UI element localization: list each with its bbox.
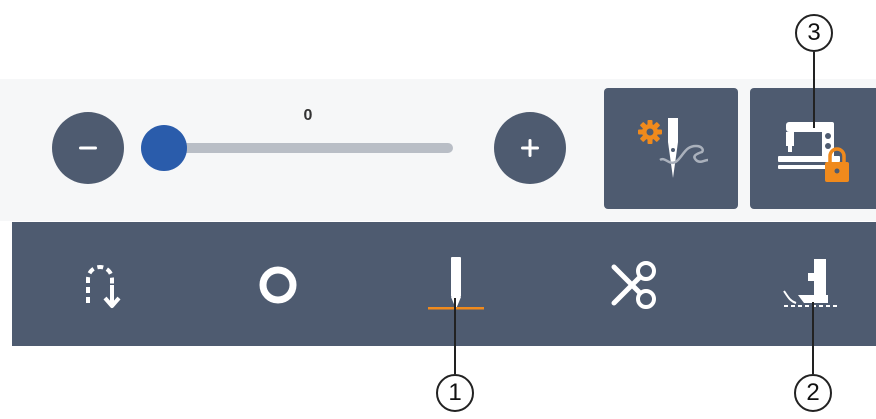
increase-button[interactable] [494,112,566,184]
tie-off-icon [259,266,297,304]
callout-line-2 [812,302,814,374]
thread-cutter-button[interactable] [592,245,672,325]
callout-2: 2 [794,374,832,412]
callout-line-3 [813,52,815,128]
slider-value: 0 [303,107,313,124]
tie-off-button[interactable] [238,245,318,325]
needle-settings-icon [638,118,709,178]
callout-1: 1 [436,374,474,412]
needle-stop-position-button[interactable] [416,245,496,325]
decrease-button[interactable] [52,112,124,184]
callout-3: 3 [795,14,833,52]
minus-icon [79,146,97,150]
reverse-stitch-icon [86,265,121,308]
callout-line-1 [454,298,456,374]
thread-cutter-icon [611,261,656,309]
stitch-settings-button[interactable] [604,88,738,209]
slider-thumb[interactable] [141,125,187,171]
needle-stop-position-icon [428,257,484,310]
slider-track[interactable] [163,143,453,153]
reverse-stitch-button[interactable] [62,245,142,325]
plus-icon [521,139,539,157]
